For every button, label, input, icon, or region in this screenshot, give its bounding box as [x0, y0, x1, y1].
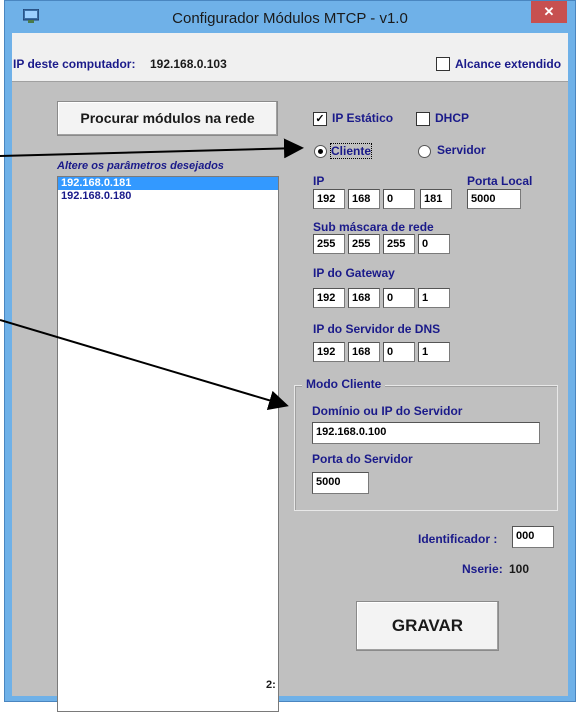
annotation-arrows [0, 138, 304, 411]
arrow-to-client-radio [0, 138, 304, 159]
arrow-to-server-domain [0, 319, 289, 411]
